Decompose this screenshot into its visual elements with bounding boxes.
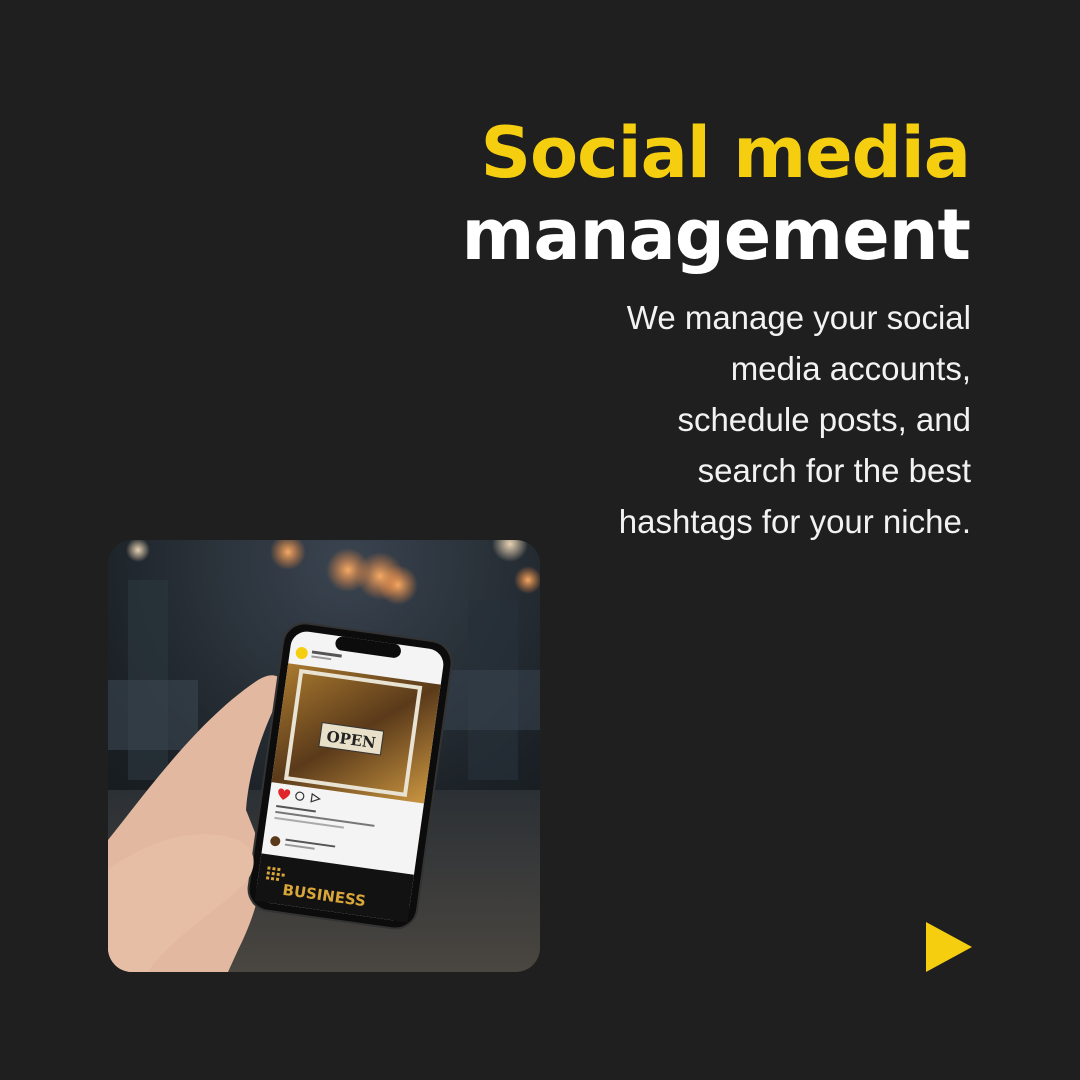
description: We manage your social media accounts, sc…: [551, 292, 971, 547]
phone-illustration: OPEN BUSINESS: [108, 540, 540, 972]
phone-photo: OPEN BUSINESS: [108, 540, 540, 972]
page-title: Social media management: [461, 112, 971, 276]
description-line: We manage your social: [626, 299, 971, 336]
next-arrow-icon[interactable]: [926, 922, 972, 972]
description-line: media accounts,: [730, 350, 971, 387]
title-line-2: management: [461, 194, 971, 276]
description-line: search for the best: [697, 452, 971, 489]
description-line: schedule posts, and: [677, 401, 971, 438]
title-line-1: Social media: [480, 112, 971, 194]
description-line: hashtags for your niche.: [618, 503, 971, 540]
